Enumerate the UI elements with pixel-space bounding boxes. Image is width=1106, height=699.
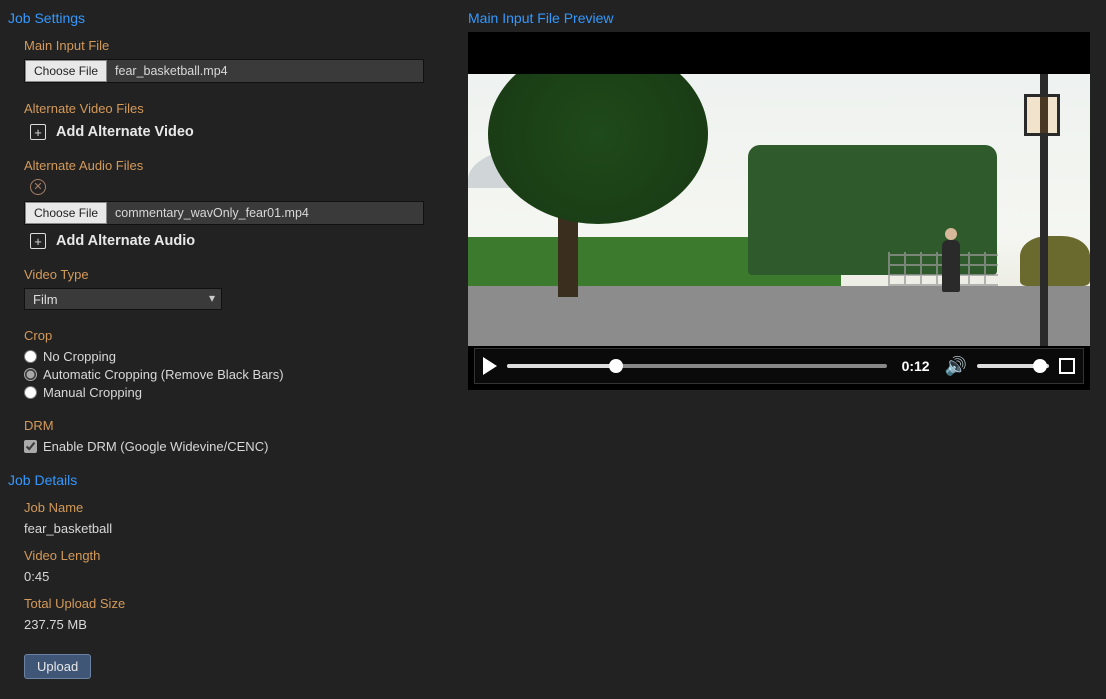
job-name-value: fear_basketball — [24, 521, 460, 536]
crop-auto-row[interactable]: Automatic Cropping (Remove Black Bars) — [24, 367, 460, 382]
video-controls: 0:12 🔊 — [474, 348, 1084, 384]
drm-checkbox[interactable] — [24, 440, 37, 453]
crop-manual-text: Manual Cropping — [43, 385, 142, 400]
add-alt-audio-text: Add Alternate Audio — [56, 233, 195, 249]
volume-bar[interactable] — [977, 364, 1049, 368]
crop-manual-radio[interactable] — [24, 386, 37, 399]
add-alt-audio-button[interactable]: + Add Alternate Audio — [30, 233, 460, 249]
volume-thumb[interactable] — [1033, 359, 1047, 373]
video-length-value: 0:45 — [24, 569, 460, 584]
job-settings-title: Job Settings — [8, 10, 460, 26]
fullscreen-icon[interactable] — [1059, 358, 1075, 374]
main-input-file-field: Choose File fear_basketball.mp4 — [24, 59, 424, 83]
remove-alt-audio-icon[interactable]: ✕ — [30, 179, 46, 195]
crop-none-radio[interactable] — [24, 350, 37, 363]
choose-file-button-audio[interactable]: Choose File — [25, 202, 107, 224]
plus-icon: + — [30, 124, 46, 140]
current-time: 0:12 — [897, 358, 935, 374]
play-icon[interactable] — [483, 357, 497, 375]
main-input-filename: fear_basketball.mp4 — [107, 60, 423, 82]
alt-audio-file-field: Choose File commentary_wavOnly_fear01.mp… — [24, 201, 424, 225]
preview-title: Main Input File Preview — [468, 10, 1098, 26]
total-upload-value: 237.75 MB — [24, 617, 460, 632]
alt-audio-filename: commentary_wavOnly_fear01.mp4 — [107, 202, 423, 224]
alt-video-label: Alternate Video Files — [24, 101, 460, 116]
volume-icon[interactable]: 🔊 — [945, 356, 967, 377]
video-type-select[interactable]: Film — [24, 288, 222, 310]
drm-checkbox-row[interactable]: Enable DRM (Google Widevine/CENC) — [24, 439, 460, 454]
crop-manual-row[interactable]: Manual Cropping — [24, 385, 460, 400]
crop-label: Crop — [24, 328, 460, 343]
video-length-label: Video Length — [24, 548, 460, 563]
plus-icon: + — [30, 233, 46, 249]
crop-auto-text: Automatic Cropping (Remove Black Bars) — [43, 367, 284, 382]
total-upload-label: Total Upload Size — [24, 596, 460, 611]
alt-audio-label: Alternate Audio Files — [24, 158, 460, 173]
drm-text: Enable DRM (Google Widevine/CENC) — [43, 439, 268, 454]
job-details-title: Job Details — [8, 472, 460, 488]
crop-auto-radio[interactable] — [24, 368, 37, 381]
drm-label: DRM — [24, 418, 460, 433]
video-frame-image — [468, 74, 1090, 346]
crop-none-row[interactable]: No Cropping — [24, 349, 460, 364]
choose-file-button[interactable]: Choose File — [25, 60, 107, 82]
video-type-label: Video Type — [24, 267, 460, 282]
add-alt-video-text: Add Alternate Video — [56, 124, 194, 140]
add-alt-video-button[interactable]: + Add Alternate Video — [30, 124, 460, 140]
main-input-label: Main Input File — [24, 38, 460, 53]
seek-fill — [507, 364, 613, 368]
job-name-label: Job Name — [24, 500, 460, 515]
seek-bar[interactable] — [507, 364, 887, 368]
seek-thumb[interactable] — [609, 359, 623, 373]
video-preview: 0:12 🔊 — [468, 32, 1090, 390]
crop-none-text: No Cropping — [43, 349, 116, 364]
upload-button[interactable]: Upload — [24, 654, 91, 679]
video-type-selected: Film — [33, 292, 58, 307]
